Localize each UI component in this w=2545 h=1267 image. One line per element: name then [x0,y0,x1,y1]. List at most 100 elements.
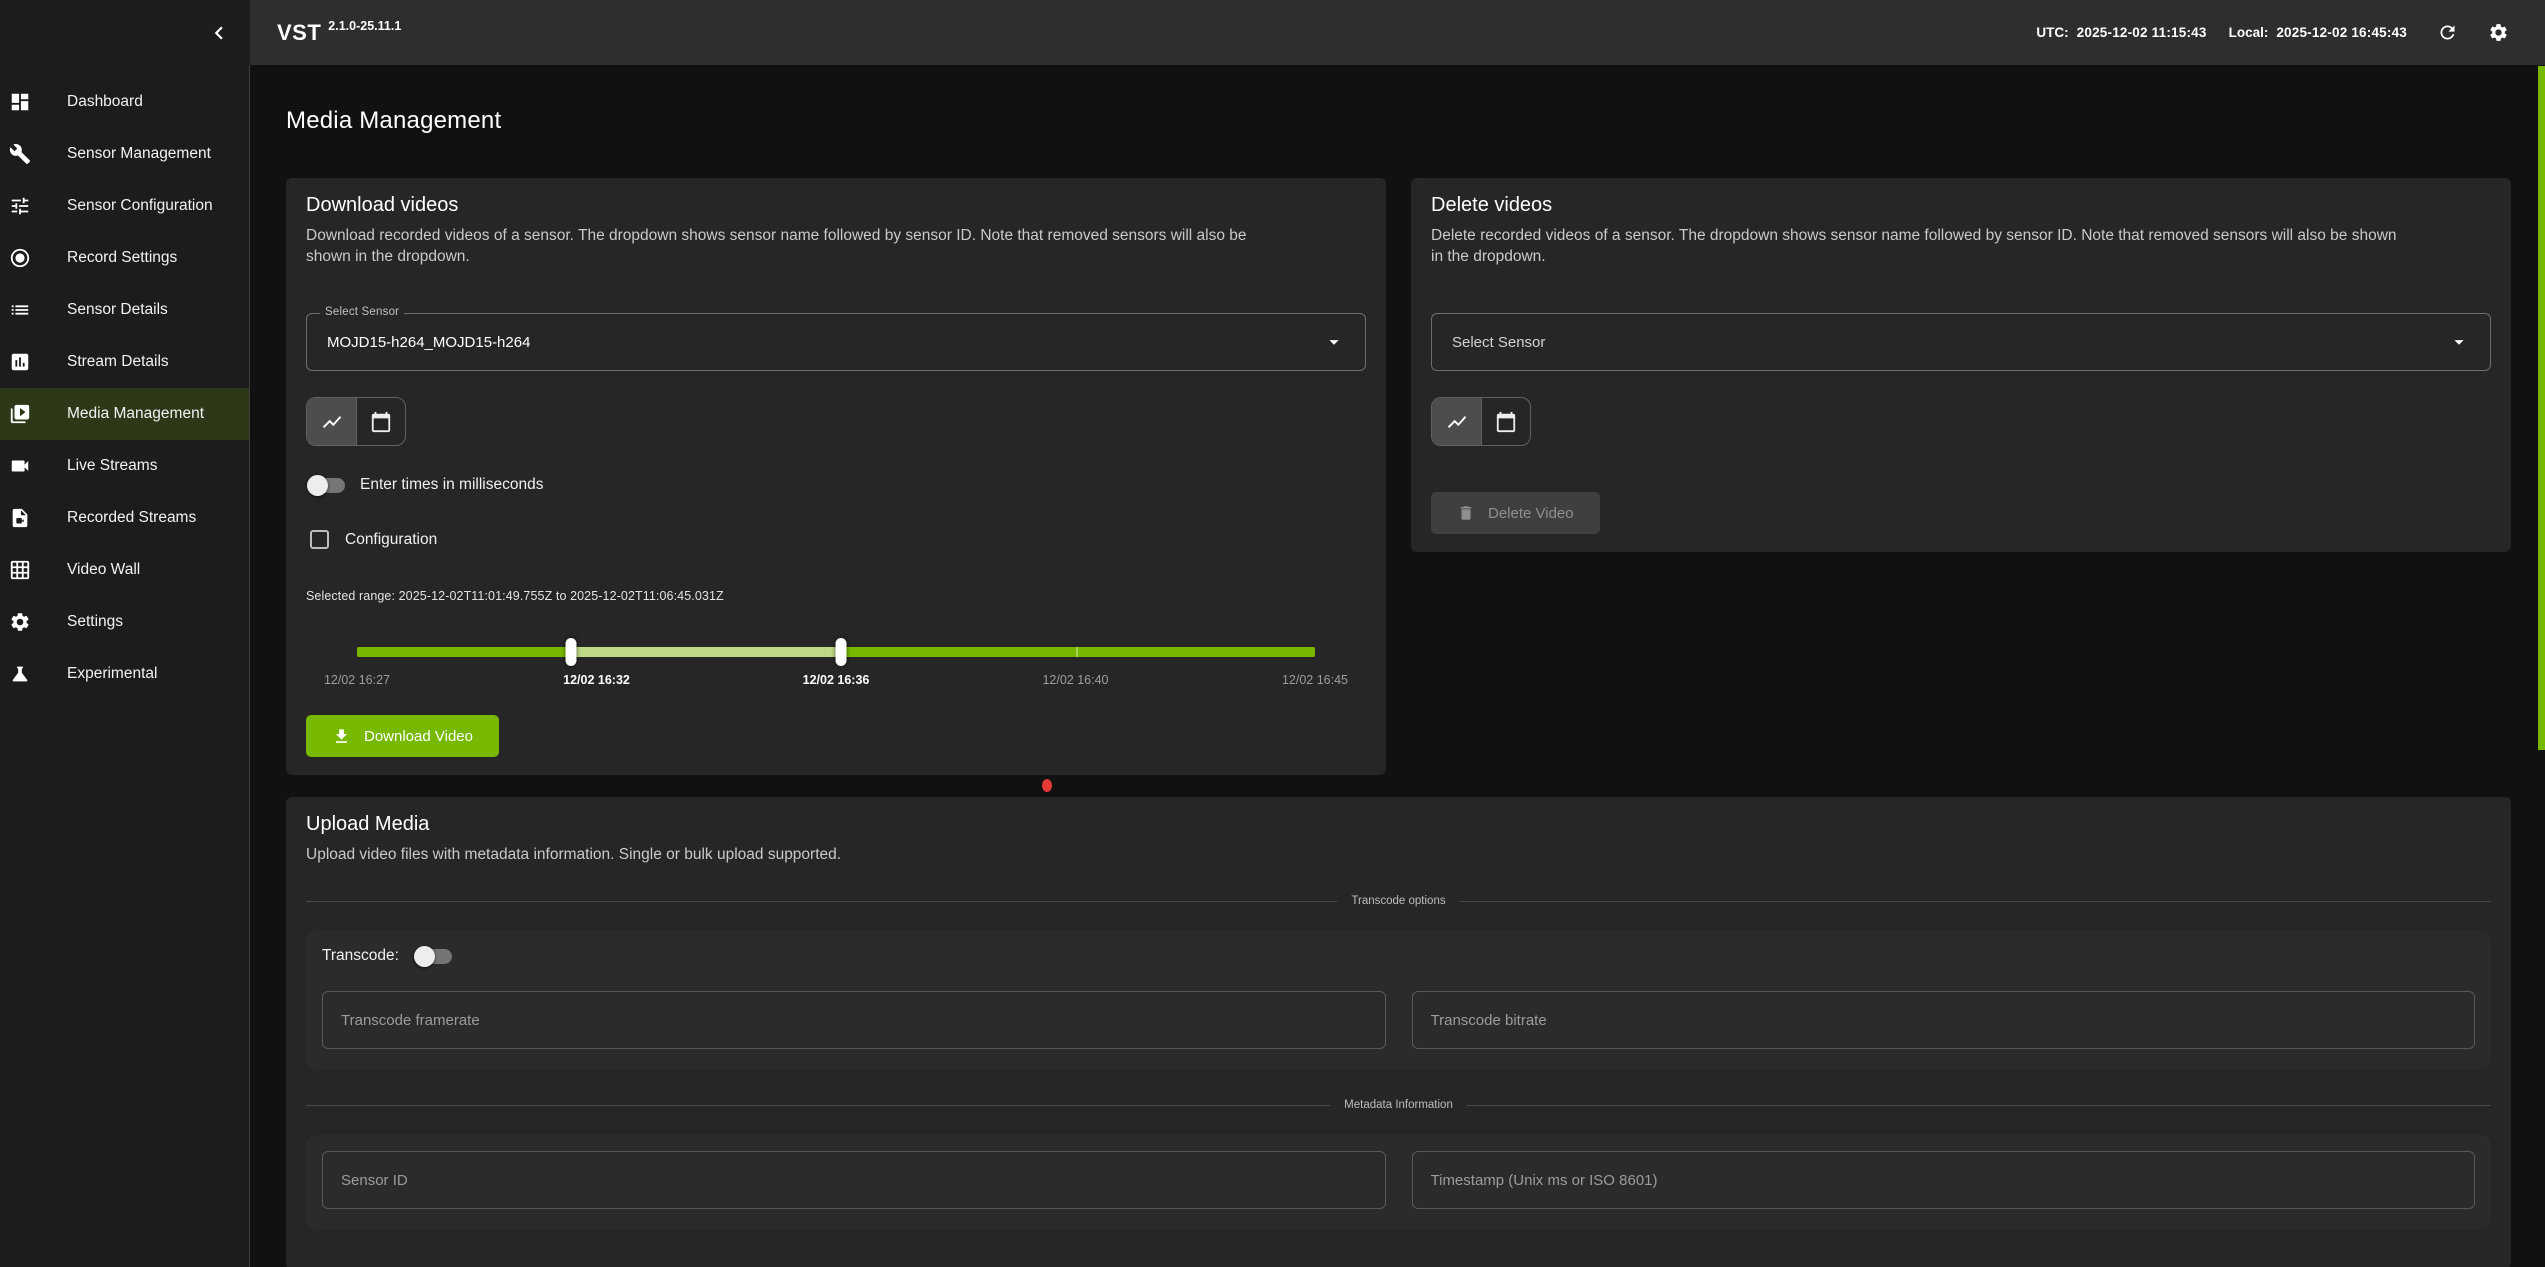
caret-down-icon [1323,331,1345,353]
ms-toggle-switch[interactable] [310,478,345,493]
sidebar-item-recorded-streams[interactable]: Recorded Streams [0,492,249,544]
video-library-icon [9,403,31,425]
sidebar-item-label: Recorded Streams [67,509,196,527]
sidebar-item-live-streams[interactable]: Live Streams [0,440,249,492]
configuration-row: Configuration [306,530,1366,549]
gear-icon [9,611,31,633]
slider-tick-label: 12/02 16:40 [1042,673,1108,687]
delete-video-button[interactable]: Delete Video [1431,492,1600,534]
delete-button-label: Delete Video [1488,505,1574,522]
slider-tick-label: 12/02 16:27 [324,673,390,687]
utc-label: UTC: [2036,25,2068,40]
app-header: VST 2.1.0-25.11.1 UTC: 2025-12-02 11:15:… [250,0,2545,65]
carousel-dot[interactable] [1042,779,1052,792]
timeline-mode-button[interactable] [307,398,356,445]
transcode-bitrate-input[interactable] [1412,991,2476,1049]
utc-clock: UTC: 2025-12-02 11:15:43 [2036,25,2206,40]
carousel-indicator-row [286,775,2510,797]
record-icon [9,247,31,269]
calendar-icon [1495,411,1517,433]
download-sensor-select[interactable]: Select Sensor MOJD15-h264_MOJD15-h264 [306,313,1366,371]
sidebar-item-sensor-configuration[interactable]: Sensor Configuration [0,180,249,232]
configuration-label: Configuration [345,531,437,549]
calendar-mode-button[interactable] [1481,398,1530,445]
sidebar-item-video-wall[interactable]: Video Wall [0,544,249,596]
delete-sensor-select[interactable]: Select Sensor [1431,313,2491,371]
slider-mark [1076,647,1078,657]
sidebar-item-media-management[interactable]: Media Management [0,388,249,440]
sidebar-item-record-settings[interactable]: Record Settings [0,232,249,284]
sidebar-nav: DashboardSensor Management Sensor Configu… [0,65,250,1267]
sidebar-item-sensor-management[interactable]: Sensor Management [0,128,249,180]
slider-handle-start[interactable] [565,638,576,666]
calendar-icon [370,411,392,433]
download-videos-card: Download videos Download recorded videos… [286,178,1386,775]
utc-time: 2025-12-02 11:15:43 [2077,25,2207,40]
sidebar-item-experimental[interactable]: Experimental [0,648,249,700]
metadata-inputs-row [322,1151,2475,1209]
transcode-inputs-row [322,991,2475,1049]
grid-icon [9,559,31,581]
header-settings-gear-icon[interactable] [2488,22,2509,43]
timestamp-input[interactable] [1412,1151,2476,1209]
sidebar-item-settings[interactable]: Settings [0,596,249,648]
tune-icon [9,195,31,217]
sensor-select-label: Select Sensor [320,306,404,318]
app-version: 2.1.0-25.11.1 [328,19,401,33]
local-label: Local: [2229,25,2269,40]
configuration-checkbox[interactable] [310,530,329,549]
transcode-options-divider: Transcode options [306,895,2491,907]
cards-row: Download videos Download recorded videos… [286,178,2510,775]
transcode-options-divider-label: Transcode options [1351,895,1445,907]
upload-media-card: Upload Media Upload video files with met… [286,797,2511,1267]
transcode-panel: Transcode: [306,931,2491,1069]
delete-videos-card: Delete videos Delete recorded videos of … [1411,178,2511,552]
delete-range-mode-group [1431,397,1531,446]
transcode-toggle-switch[interactable] [417,949,452,964]
download-video-button[interactable]: Download Video [306,715,499,757]
sidebar-item-label: Live Streams [67,457,157,475]
sensor-select-value: MOJD15-h264_MOJD15-h264 [327,334,530,351]
sidebar-item-label: Sensor Configuration [67,197,213,215]
sensor-id-input[interactable] [322,1151,1386,1209]
local-clock: Local: 2025-12-02 16:45:43 [2229,25,2407,40]
page-scrollbar-thumb[interactable] [2538,66,2545,750]
delete-card-title: Delete videos [1431,194,2491,217]
sidebar-item-label: Experimental [67,665,157,683]
upload-card-title: Upload Media [306,813,2491,836]
transcode-framerate-input[interactable] [322,991,1386,1049]
slider-selected-range [571,647,841,657]
switch-knob [307,475,328,496]
calendar-mode-button[interactable] [356,398,405,445]
videocam-icon [9,455,31,477]
slider-handle-end[interactable] [835,638,846,666]
download-icon [332,727,351,746]
sidebar-item-label: Media Management [67,405,204,423]
metadata-panel [306,1135,2491,1229]
wrench-icon [9,143,31,165]
sidebar-header [0,0,250,65]
header-right: UTC: 2025-12-02 11:15:43 Local: 2025-12-… [2036,22,2509,43]
app-brand: VST 2.1.0-25.11.1 [277,20,401,46]
list-icon [9,299,31,321]
slider-track[interactable] [357,647,1315,657]
sidebar-item-label: Record Settings [67,249,177,267]
ms-toggle-row: Enter times in milliseconds [306,476,1366,494]
caret-down-icon [2448,331,2470,353]
slider-tick-label: 12/02 16:45 [1282,673,1348,687]
download-card-title: Download videos [306,194,1366,217]
download-card-description: Download recorded videos of a sensor. Th… [306,225,1276,267]
time-range-slider: 12/02 16:2712/02 16:3212/02 16:3612/02 1… [357,629,1315,693]
collapse-sidebar-icon[interactable] [206,20,232,46]
sidebar-item-dashboard[interactable]: Dashboard [0,76,249,128]
sidebar-item-label: Sensor Details [67,301,168,319]
timeline-mode-button[interactable] [1432,398,1481,445]
sensor-select-placeholder: Select Sensor [1452,334,1545,351]
refresh-icon[interactable] [2437,22,2458,43]
sidebar-item-label: Settings [67,613,123,631]
transcode-label: Transcode: [322,947,399,965]
sidebar-item-stream-details[interactable]: Stream Details [0,336,249,388]
transcode-toggle-row: Transcode: [322,947,2475,965]
metadata-information-divider: Metadata Information [306,1099,2491,1111]
sidebar-item-sensor-details[interactable]: Sensor Details [0,284,249,336]
